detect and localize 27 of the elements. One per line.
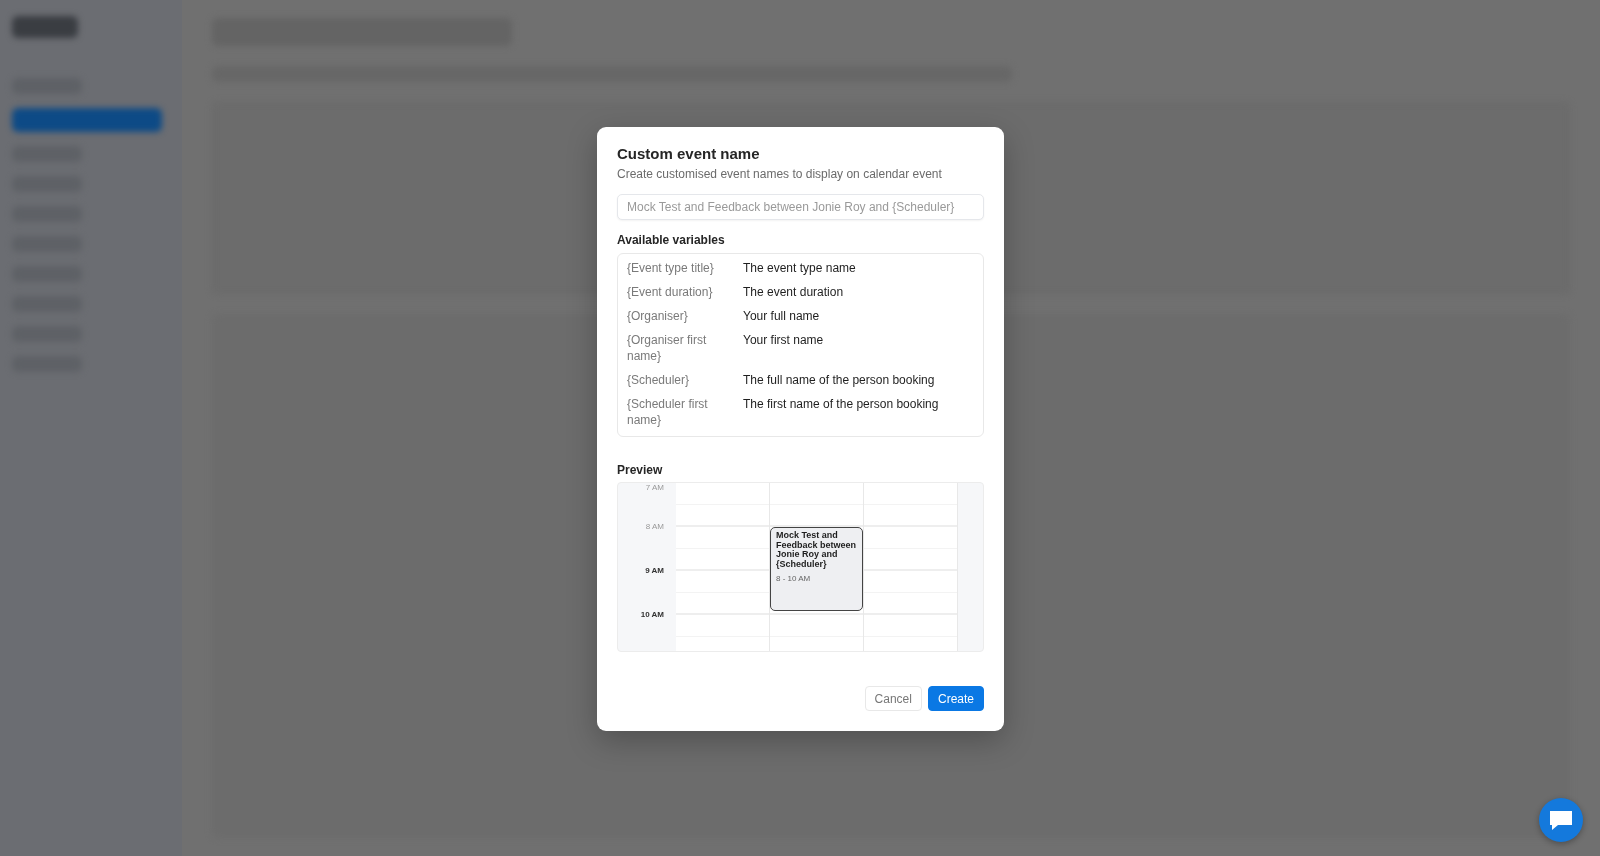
- variable-description: The first name of the person booking: [743, 396, 940, 413]
- section-heading: Available variables: [617, 233, 726, 247]
- hour-label: 9 AM: [645, 566, 664, 576]
- dialog-title: Custom event name: [617, 145, 761, 162]
- variable-description: Your first name: [743, 332, 825, 349]
- calendar-event[interactable]: Mock Test and Feedback between Jonie Roy and {Scheduler} 8 - 10 AM: [770, 527, 863, 611]
- section-heading: Preview: [617, 463, 664, 477]
- variable-name: {Event type title}: [627, 260, 715, 276]
- hour-label: 10 AM: [640, 610, 664, 620]
- event-time: 8 - 10 AM: [776, 574, 812, 583]
- event-title: Mock Test and Feedback between Jonie Roy and {Scheduler}: [776, 531, 857, 569]
- variable-name: {Organiser first name}: [627, 332, 708, 364]
- hour-label: 8 AM: [645, 522, 664, 532]
- hour-label: 7 AM: [645, 483, 664, 493]
- dialog-subtitle: Create customised event names to display on calendar event: [617, 167, 943, 181]
- variable-name: {Scheduler first name}: [627, 396, 709, 428]
- chat-icon: [1548, 809, 1574, 831]
- variable-description: Your full name: [743, 308, 821, 324]
- variable-name: {Event duration}: [627, 284, 714, 300]
- variable-description: The event duration: [743, 284, 845, 300]
- cancel-button[interactable]: Cancel: [864, 686, 922, 711]
- variable-name: {Organiser}: [627, 308, 689, 324]
- variable-description: The full name of the person booking: [743, 372, 936, 388]
- variable-description: The event type name: [743, 260, 857, 276]
- event-name-field[interactable]: Mock Test and Feedback between Jonie Roy and {Scheduler}: [617, 194, 984, 220]
- create-button[interactable]: Create: [927, 686, 984, 711]
- variable-name: {Scheduler}: [627, 372, 691, 388]
